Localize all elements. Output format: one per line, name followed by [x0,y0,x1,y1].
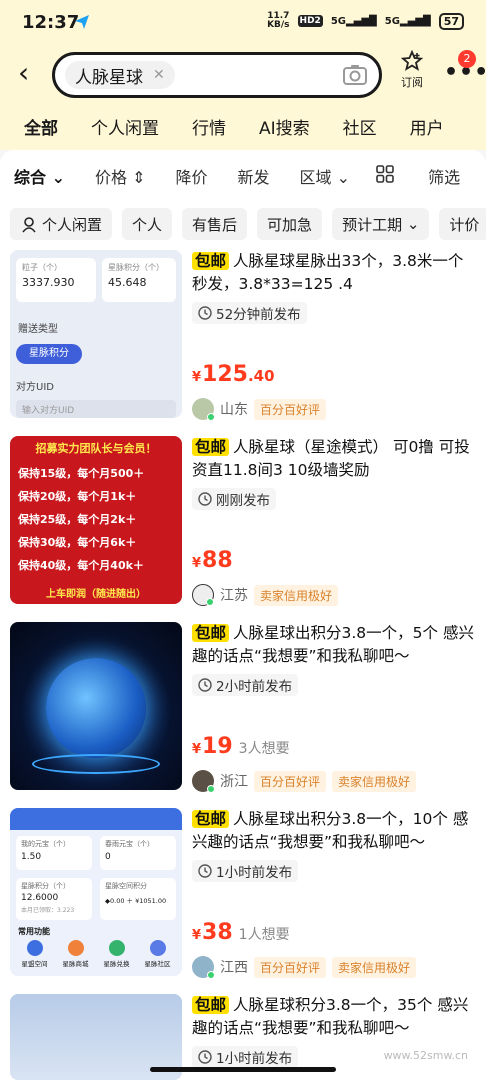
avatar[interactable] [192,956,215,979]
price-row: ¥88 [192,548,233,573]
chip-work-period[interactable]: 预计工期 ⌄ [332,208,430,240]
status-badge: 百分百好评 [254,770,327,792]
clock-icon [198,864,212,878]
posted-time: 1小时前发布 [192,860,299,882]
battery-icon: 57 [438,12,464,30]
seller-row: 江西 百分百好评 卖家信用极好 [192,956,417,979]
person-icon [22,217,36,233]
item-title: 包邮 人脉星球出积分3.8一个，5个 感兴趣的话点“我想要”和我私聊吧～ [192,624,474,665]
item-title: 包邮 人脉星球（星途模式） 可0撸 可投资直11.8间3 10级墙奖励 [192,438,470,479]
item-title: 包邮 人脉星球出积分3.8一个，10个 感兴趣的话点“我想要”和我私聊吧～ [192,810,469,851]
seller-region: 江苏 [220,588,248,604]
item-title: 包邮 人脉星球星脉出33个，3.8米一个秒发，3.8*33=125 .4 [192,252,464,293]
signal-icon: 5G▂▄▆█ [330,15,377,27]
posted-time: 2小时前发布 [192,674,299,696]
subscribe-button[interactable]: 订阅 [398,50,426,90]
posted-time: 1小时前发布 [192,1046,299,1068]
sort-combined[interactable]: 综合 ⌄ [14,164,65,188]
tab-ai-search[interactable]: AI搜索 [259,106,310,150]
chip-after-sale[interactable]: 有售后 [182,208,248,240]
item-thumbnail [10,622,182,790]
back-icon[interactable]: ‹ [18,58,42,90]
item-thumbnail: 我的元宝（个） 1.50 春雨元宝（个） 0 星脉积分（个） 12.6000 本… [10,808,182,976]
seller-row: 浙江 百分百好评 卖家信用极好 [192,770,417,793]
item-title: 包邮 人脉星球积分3.8一个，35个 感兴趣的话点“我想要”和我私聊吧～ [192,996,469,1037]
seller-region: 山东 [220,402,248,418]
item-thumbnail: 粒子（个） 3337.930 星脉积分（个） 45.648 赠送类型 星脉积分 … [10,250,182,418]
status-badge: 卖家信用极好 [254,584,339,606]
subscribe-star-icon [401,50,423,71]
chip-personal-idle[interactable]: 个人闲置 [10,208,113,240]
tab-users[interactable]: 用户 [410,106,444,150]
signal-icon-2: 5G▂▄▆█ [384,15,431,27]
chip-urgent[interactable]: 可加急 [257,208,323,240]
chip-pricing[interactable]: 计价 [439,208,486,240]
chip-personal[interactable]: 个人 [122,208,173,240]
status-bar: 12:37 11.7 KB/s HD2 5G▂▄▆█ 5G▂▄▆█ 57 [0,0,486,44]
sort-price[interactable]: 价格 ⇕ [95,164,146,188]
status-badge: 百分百好评 [254,956,327,978]
price-row: ¥19 3人想要 [192,734,290,759]
search-input[interactable]: 人脉星球 ✕ [52,52,382,98]
query-chip[interactable]: 人脉星球 ✕ [65,61,175,89]
clear-icon[interactable]: ✕ [153,67,165,83]
seller-row: 山东 百分百好评 [192,398,327,421]
sort-new[interactable]: 新发 [238,164,270,188]
filter-chips: 个人闲置 个人 有售后 可加急 预计工期 ⌄ 计价 [0,202,486,246]
item-thumbnail: 招募实力团队长与会员！ 保持15级，每个月500＋ 保持20级，每个月1k＋ 保… [10,436,182,604]
seller-region: 江西 [220,960,248,976]
avatar[interactable] [192,770,215,793]
list-item[interactable]: 包邮 人脉星球出积分3.8一个，5个 感兴趣的话点“我想要”和我私聊吧～ 2小时前… [0,618,486,804]
status-badge: 卖家信用极好 [332,770,417,792]
tab-community[interactable]: 社区 [343,106,377,150]
list-item[interactable]: 粒子（个） 3337.930 星脉积分（个） 45.648 赠送类型 星脉积分 … [0,246,486,432]
item-price: ¥125.40 [192,362,275,387]
status-indicators: 11.7 KB/s HD2 5G▂▄▆█ 5G▂▄▆█ 57 [267,12,464,30]
globe-image [46,658,146,758]
price-row: ¥38 1人想要 [192,920,290,945]
query-text: 人脉星球 [75,67,143,88]
notification-badge: 2 [458,50,476,68]
posted-time: 刚刚发布 [192,488,276,510]
status-badge: 卖家信用极好 [332,956,417,978]
subscribe-label: 订阅 [401,76,423,89]
status-time: 12:37 [22,12,80,33]
sort-price-drop[interactable]: 降价 [176,164,208,188]
clock-icon [198,492,212,506]
wants-count: 1人想要 [238,927,290,943]
tab-market[interactable]: 行情 [192,106,226,150]
category-tabs: 全部 个人闲置 行情 AI搜索 社区 用户 [0,106,486,150]
tab-all[interactable]: 全部 [24,106,58,150]
camera-icon[interactable] [343,64,367,86]
wants-count: 3人想要 [238,741,290,757]
list-item[interactable]: 招募实力团队长与会员！ 保持15级，每个月500＋ 保持20级，每个月1k＋ 保… [0,432,486,618]
filter-button[interactable]: 筛选 [428,164,460,188]
avatar[interactable] [192,584,214,606]
net-speed: 11.7 KB/s [267,11,290,30]
avatar[interactable] [192,398,215,421]
item-price: ¥19 [192,734,233,759]
grid-view-icon[interactable] [376,165,394,187]
item-price: ¥38 [192,920,233,945]
home-indicator[interactable] [150,1067,336,1072]
list-item[interactable]: 我的元宝（个） 1.50 春雨元宝（个） 0 星脉积分（个） 12.6000 本… [0,804,486,990]
watermark: www.52smw.cn [383,1049,468,1062]
seller-region: 浙江 [220,774,248,790]
hd-icon: HD2 [297,15,323,27]
posted-time: 52分钟前发布 [192,302,307,324]
tab-personal-idle[interactable]: 个人闲置 [91,106,159,150]
seller-row: 江苏 卖家信用极好 [192,584,339,606]
clock-icon [198,678,212,692]
status-badge: 百分百好评 [254,398,327,420]
clock-icon [198,306,212,320]
sort-region[interactable]: 区域 ⌄ [300,164,351,188]
price-row: ¥125.40 [192,362,275,387]
send-icon [75,15,89,29]
clock-icon [198,1050,212,1064]
search-header: ‹ 人脉星球 ✕ 订阅 ••• 2 [0,44,486,106]
sort-bar: 综合 ⌄ 价格 ⇕ 降价 新发 区域 ⌄ 筛选 [0,150,486,202]
item-price: ¥88 [192,548,233,573]
